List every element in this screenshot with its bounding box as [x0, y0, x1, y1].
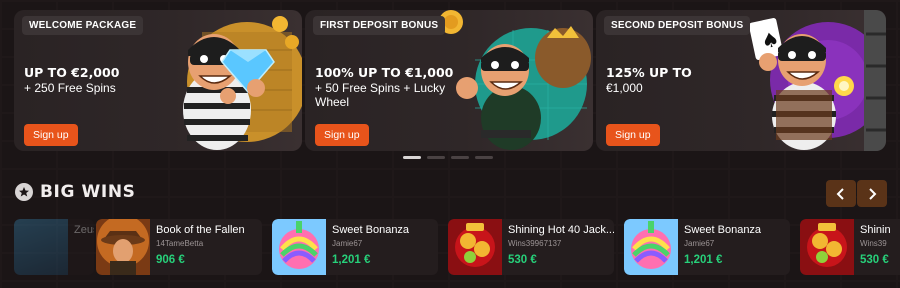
banner-subtext: + 50 Free Spins + Lucky Wheel — [315, 81, 446, 109]
game-name: Zeus — [74, 224, 94, 236]
winner-username: Wins39 — [860, 239, 887, 248]
sign-up-button[interactable]: Sign up — [606, 124, 660, 146]
win-amount: 530 € — [508, 254, 537, 266]
star-icon — [15, 183, 33, 201]
win-card[interactable]: Sweet Bonanza Jamie67 1,201 € — [272, 219, 438, 275]
chevron-right-icon — [869, 187, 877, 200]
game-thumbnail — [624, 219, 678, 275]
winner-username: 14TameBetta — [156, 239, 204, 248]
game-name: Book of the Fallen — [156, 224, 245, 236]
win-amount: 530 € — [860, 254, 889, 266]
carousel-dot[interactable] — [451, 156, 469, 159]
game-name: Shining Hot 40 Jack... — [508, 224, 614, 236]
carousel-dot[interactable] — [403, 156, 421, 159]
banner-tag: WELCOME PACKAGE — [22, 16, 144, 35]
banner-headline: 100% UP TO €1,000 — [315, 65, 454, 80]
sign-up-button[interactable]: Sign up — [24, 124, 78, 146]
promo-banner-second-deposit[interactable]: ♠ SECOND DEPOSIT BONUS 125% UP TO €1,000… — [596, 10, 886, 151]
winner-username: Jamie67 — [684, 239, 715, 248]
banner-headline: UP TO €2,000 — [24, 65, 120, 80]
carousel-pagination — [403, 156, 493, 159]
game-name: Sweet Bonanza — [332, 224, 410, 236]
win-card[interactable]: Zeus — [14, 219, 94, 275]
banner-headline: 125% UP TO — [606, 65, 692, 80]
game-thumbnail — [800, 219, 854, 275]
game-thumbnail — [96, 219, 150, 275]
game-thumbnail — [448, 219, 502, 275]
win-card[interactable]: Shinin Wins39 530 € — [800, 219, 900, 275]
promo-banner-welcome[interactable]: WELCOME PACKAGE UP TO €2,000 + 250 Free … — [14, 10, 302, 151]
win-amount: 1,201 € — [332, 254, 371, 266]
banner-tag: SECOND DEPOSIT BONUS — [604, 16, 751, 35]
game-thumbnail — [14, 219, 68, 275]
sign-up-button[interactable]: Sign up — [315, 124, 369, 146]
winner-username: Jamie67 — [332, 239, 363, 248]
banner-subtext: + 250 Free Spins — [24, 81, 116, 95]
promo-banner-first-deposit[interactable]: FIRST DEPOSIT BONUS 100% UP TO €1,000 + … — [305, 10, 593, 151]
win-card[interactable]: Shining Hot 40 Jack... Wins39967137 530 … — [448, 219, 614, 275]
banner-subtext: €1,000 — [606, 81, 643, 95]
win-amount: 1,201 € — [684, 254, 723, 266]
big-wins-list: Zeus Book of the Fallen 14TameBetta 906 … — [0, 219, 900, 275]
game-name: Shinin — [860, 224, 891, 236]
chevron-left-icon — [836, 187, 844, 200]
big-wins-header: BIG WINS — [15, 182, 136, 202]
win-card[interactable]: Sweet Bonanza Jamie67 1,201 € — [624, 219, 790, 275]
next-button[interactable] — [857, 180, 887, 207]
game-name: Sweet Bonanza — [684, 224, 762, 236]
game-thumbnail — [272, 219, 326, 275]
win-amount: 906 € — [156, 254, 185, 266]
previous-button[interactable] — [826, 180, 856, 207]
section-title: BIG WINS — [40, 182, 136, 202]
banner-tag: FIRST DEPOSIT BONUS — [313, 16, 446, 35]
win-card[interactable]: Book of the Fallen 14TameBetta 906 € — [96, 219, 262, 275]
carousel-dot[interactable] — [475, 156, 493, 159]
winner-username: Wins39967137 — [508, 239, 562, 248]
carousel-dot[interactable] — [427, 156, 445, 159]
promo-carousel[interactable]: WELCOME PACKAGE UP TO €2,000 + 250 Free … — [14, 10, 900, 151]
